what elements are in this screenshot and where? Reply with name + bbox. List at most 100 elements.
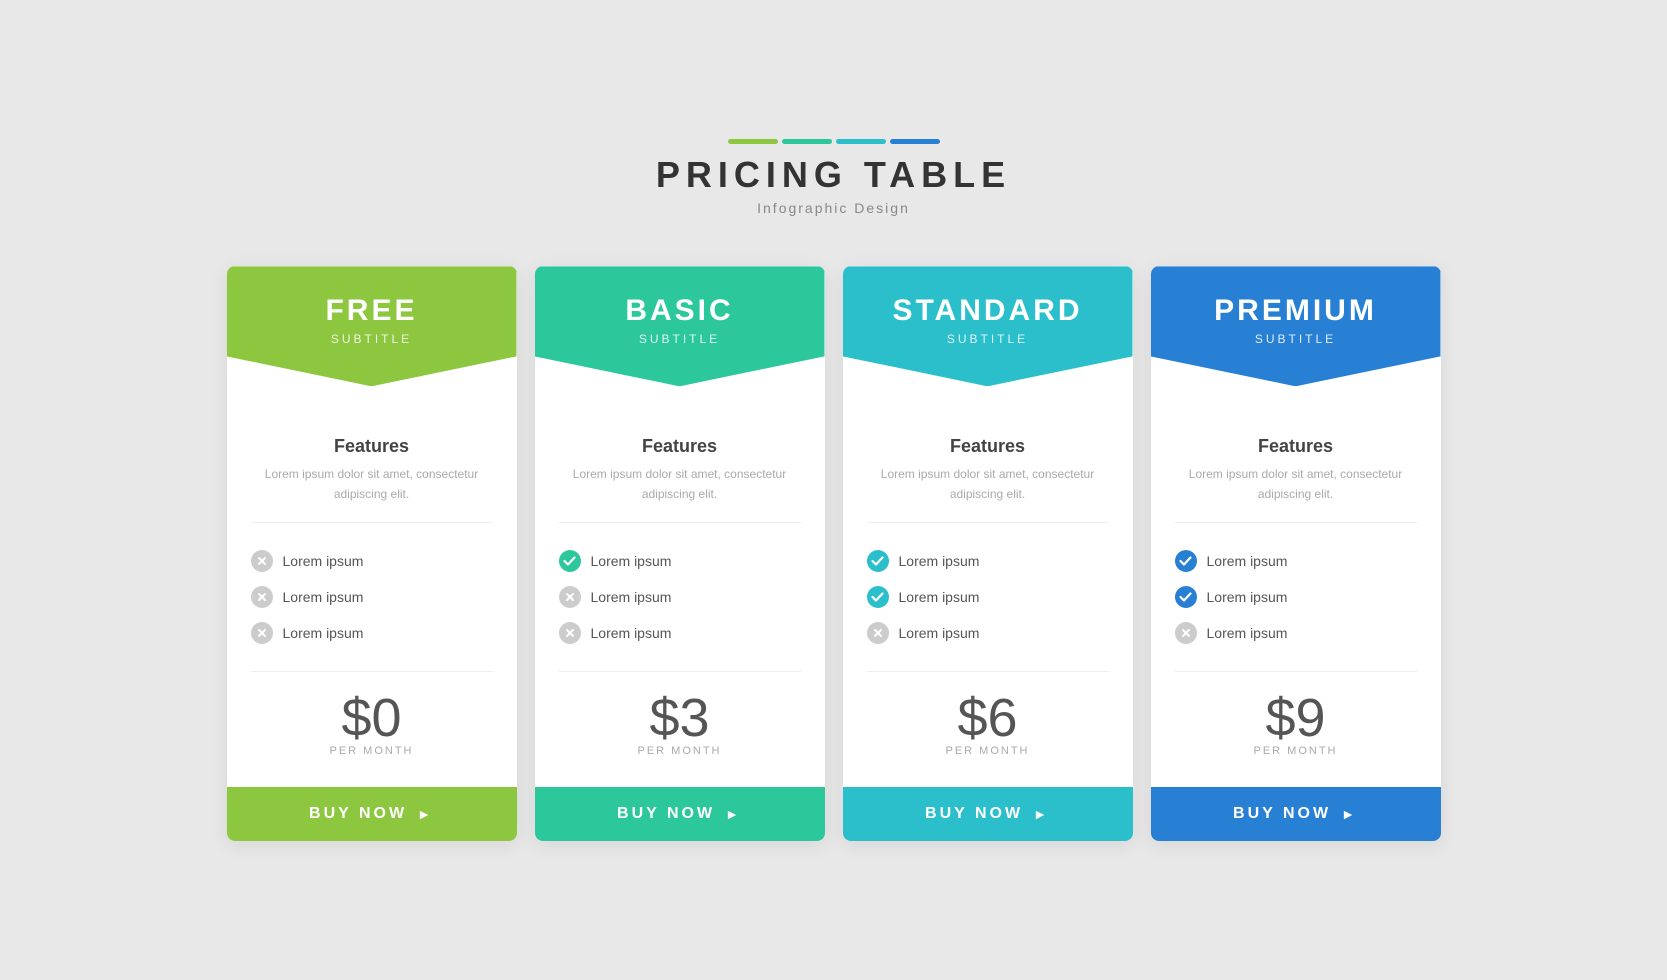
feature-text: Lorem ipsum <box>283 625 364 641</box>
price-amount-basic: $3 <box>559 687 801 749</box>
cross-icon <box>867 622 889 644</box>
price-amount-premium: $9 <box>1175 687 1417 749</box>
list-item: Lorem ipsum <box>1175 579 1417 615</box>
feature-text: Lorem ipsum <box>1207 625 1288 641</box>
cards-container: FREE SUBTITLE Features Lorem ipsum dolor si… <box>227 266 1441 840</box>
check-icon <box>867 586 889 608</box>
page-title: PRICING TABLE <box>656 154 1011 196</box>
feature-text: Lorem ipsum <box>1207 589 1288 605</box>
card-basic: BASIC SUBTITLE Features Lorem ipsum dolor s… <box>535 266 825 840</box>
list-item: Lorem ipsum <box>559 543 801 579</box>
price-period-free: PER MONTH <box>251 745 493 757</box>
feature-list-standard: Lorem ipsum Lorem ipsum Lorem ipsum <box>867 543 1109 651</box>
list-item: Lorem ipsum <box>1175 615 1417 651</box>
price-period-basic: PER MONTH <box>559 745 801 757</box>
cross-icon <box>251 550 273 572</box>
feature-text: Lorem ipsum <box>591 553 672 569</box>
list-item: Lorem ipsum <box>251 579 493 615</box>
plan-subtitle-premium: SUBTITLE <box>1171 332 1421 346</box>
buy-button-premium[interactable]: BUY NOW ► <box>1151 787 1441 841</box>
features-title-premium: Features <box>1175 436 1417 457</box>
list-item: Lorem ipsum <box>559 615 801 651</box>
card-header-free: FREE SUBTITLE <box>227 266 517 386</box>
plan-name-premium: PREMIUM <box>1171 294 1421 328</box>
list-item: Lorem ipsum <box>1175 543 1417 579</box>
plan-name-free: FREE <box>247 294 497 328</box>
card-body-free: Features Lorem ipsum dolor sit amet, cons… <box>227 386 517 786</box>
feature-list-basic: Lorem ipsum Lorem ipsum Lorem ipsum <box>559 543 801 651</box>
features-title-free: Features <box>251 436 493 457</box>
price-period-premium: PER MONTH <box>1175 745 1417 757</box>
list-item: Lorem ipsum <box>251 543 493 579</box>
bar-blue <box>890 139 940 144</box>
check-icon <box>1175 550 1197 572</box>
feature-list-free: Lorem ipsum Lorem ipsum Lorem ipsum <box>251 543 493 651</box>
check-icon <box>1175 586 1197 608</box>
arrow-right-icon: ► <box>1341 806 1358 822</box>
list-item: Lorem ipsum <box>251 615 493 651</box>
feature-text: Lorem ipsum <box>283 589 364 605</box>
card-header-premium: PREMIUM SUBTITLE <box>1151 266 1441 386</box>
price-section-basic: $3PER MONTH <box>559 671 801 767</box>
card-free: FREE SUBTITLE Features Lorem ipsum dolor si… <box>227 266 517 840</box>
features-desc-standard: Lorem ipsum dolor sit amet, consectetur … <box>867 465 1109 522</box>
card-standard: STANDARD SUBTITLE Features Lorem ipsum dolo… <box>843 266 1133 840</box>
card-header-standard: STANDARD SUBTITLE <box>843 266 1133 386</box>
buy-button-label: BUY NOW <box>309 805 407 823</box>
feature-text: Lorem ipsum <box>591 589 672 605</box>
cross-icon <box>251 622 273 644</box>
page-header: PRICING TABLE Infographic Design <box>656 139 1011 216</box>
card-body-basic: Features Lorem ipsum dolor sit amet, cons… <box>535 386 825 786</box>
plan-name-basic: BASIC <box>555 294 805 328</box>
check-icon <box>867 550 889 572</box>
page-wrapper: PRICING TABLE Infographic Design FREE SUB… <box>0 139 1667 840</box>
card-body-premium: Features Lorem ipsum dolor sit amet, cons… <box>1151 386 1441 786</box>
price-section-free: $0PER MONTH <box>251 671 493 767</box>
price-section-standard: $6PER MONTH <box>867 671 1109 767</box>
plan-name-standard: STANDARD <box>863 294 1113 328</box>
buy-button-standard[interactable]: BUY NOW ► <box>843 787 1133 841</box>
buy-button-basic[interactable]: BUY NOW ► <box>535 787 825 841</box>
plan-subtitle-free: SUBTITLE <box>247 332 497 346</box>
feature-text: Lorem ipsum <box>899 625 980 641</box>
page-subtitle: Infographic Design <box>656 200 1011 216</box>
check-icon <box>559 550 581 572</box>
arrow-right-icon: ► <box>1033 806 1050 822</box>
cross-icon <box>251 586 273 608</box>
feature-text: Lorem ipsum <box>283 553 364 569</box>
features-title-standard: Features <box>867 436 1109 457</box>
price-amount-free: $0 <box>251 687 493 749</box>
feature-text: Lorem ipsum <box>899 553 980 569</box>
list-item: Lorem ipsum <box>867 543 1109 579</box>
features-desc-premium: Lorem ipsum dolor sit amet, consectetur … <box>1175 465 1417 522</box>
arrow-right-icon: ► <box>417 806 434 822</box>
list-item: Lorem ipsum <box>559 579 801 615</box>
header-bars <box>656 139 1011 144</box>
feature-text: Lorem ipsum <box>899 589 980 605</box>
price-period-standard: PER MONTH <box>867 745 1109 757</box>
list-item: Lorem ipsum <box>867 579 1109 615</box>
plan-subtitle-basic: SUBTITLE <box>555 332 805 346</box>
buy-button-label: BUY NOW <box>925 805 1023 823</box>
list-item: Lorem ipsum <box>867 615 1109 651</box>
buy-button-label: BUY NOW <box>1233 805 1331 823</box>
buy-button-label: BUY NOW <box>617 805 715 823</box>
features-title-basic: Features <box>559 436 801 457</box>
bar-teal <box>782 139 832 144</box>
arrow-right-icon: ► <box>725 806 742 822</box>
features-desc-free: Lorem ipsum dolor sit amet, consectetur … <box>251 465 493 522</box>
cross-icon <box>559 622 581 644</box>
feature-text: Lorem ipsum <box>591 625 672 641</box>
card-header-basic: BASIC SUBTITLE <box>535 266 825 386</box>
card-body-standard: Features Lorem ipsum dolor sit amet, cons… <box>843 386 1133 786</box>
features-desc-basic: Lorem ipsum dolor sit amet, consectetur … <box>559 465 801 522</box>
card-premium: PREMIUM SUBTITLE Features Lorem ipsum dolor… <box>1151 266 1441 840</box>
feature-list-premium: Lorem ipsum Lorem ipsum Lorem ipsum <box>1175 543 1417 651</box>
cross-icon <box>1175 622 1197 644</box>
plan-subtitle-standard: SUBTITLE <box>863 332 1113 346</box>
buy-button-free[interactable]: BUY NOW ► <box>227 787 517 841</box>
price-amount-standard: $6 <box>867 687 1109 749</box>
cross-icon <box>559 586 581 608</box>
feature-text: Lorem ipsum <box>1207 553 1288 569</box>
bar-cyan <box>836 139 886 144</box>
